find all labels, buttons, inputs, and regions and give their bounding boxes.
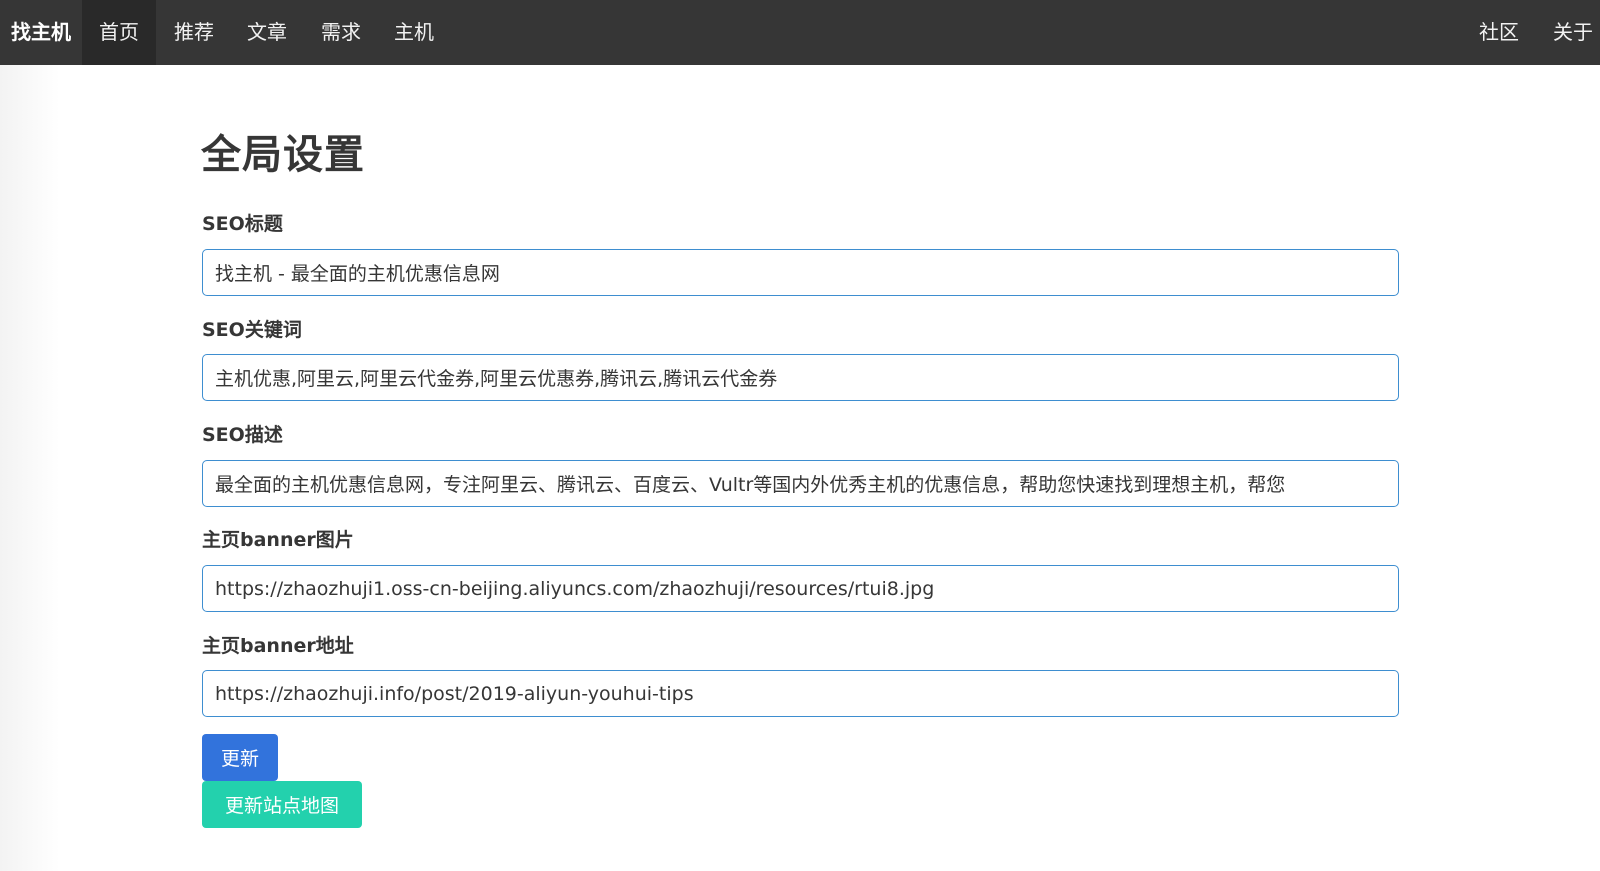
seo-description-label: SEO描述 <box>202 424 283 446</box>
nav-item-articles[interactable]: 文章 <box>230 0 304 65</box>
seo-title-input[interactable] <box>202 249 1399 296</box>
seo-keywords-label: SEO关键词 <box>202 319 302 341</box>
seo-keywords-input[interactable] <box>202 354 1399 401</box>
banner-image-input[interactable] <box>202 565 1399 612</box>
page-side-shade <box>0 65 60 871</box>
top-navbar: 找主机 首页 推荐 文章 需求 主机 社区 关于 <box>0 0 1600 65</box>
nav-item-hosts[interactable]: 主机 <box>377 0 451 65</box>
seo-description-input[interactable] <box>202 460 1399 507</box>
banner-url-input[interactable] <box>202 670 1399 717</box>
nav-item-demand[interactable]: 需求 <box>304 0 378 65</box>
nav-item-about[interactable]: 关于 <box>1536 0 1600 65</box>
brand-logo[interactable]: 找主机 <box>0 0 82 65</box>
nav-item-home[interactable]: 首页 <box>82 0 156 65</box>
banner-image-label: 主页banner图片 <box>202 529 354 551</box>
banner-url-label: 主页banner地址 <box>202 635 354 657</box>
nav-item-community[interactable]: 社区 <box>1462 0 1536 65</box>
seo-title-label: SEO标题 <box>202 213 283 235</box>
update-button[interactable]: 更新 <box>202 734 278 781</box>
nav-item-recommend[interactable]: 推荐 <box>157 0 231 65</box>
update-sitemap-button[interactable]: 更新站点地图 <box>202 781 362 828</box>
page-title: 全局设置 <box>201 132 365 178</box>
